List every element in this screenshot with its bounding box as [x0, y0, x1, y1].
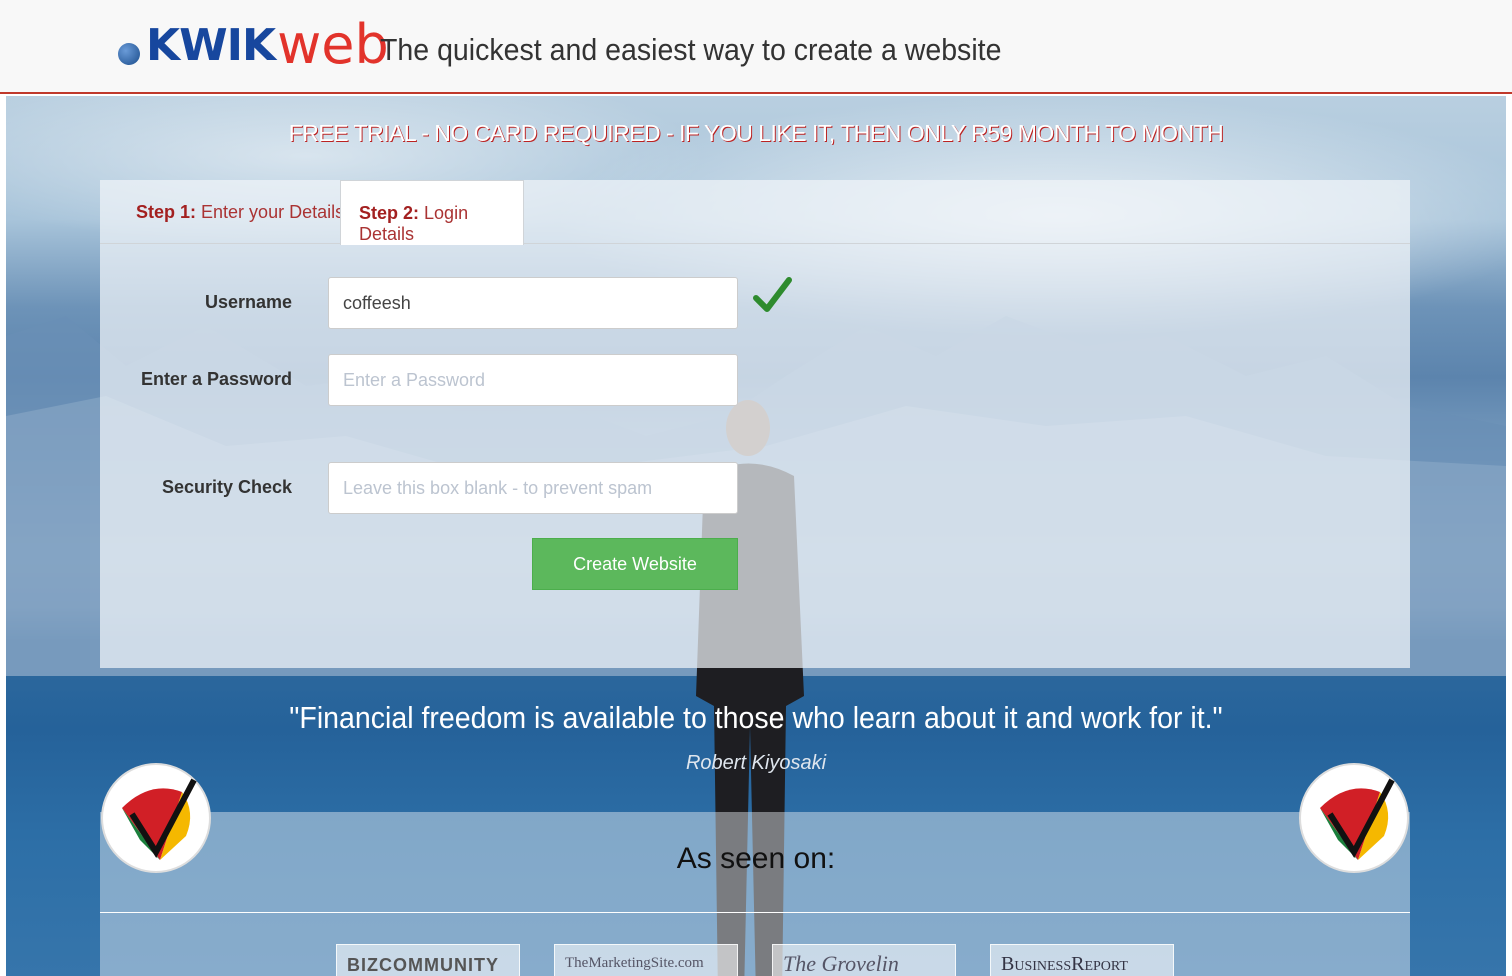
kwikweb-logo[interactable]: KWIK web: [118, 18, 389, 72]
tab-step-2[interactable]: Step 2: Login Details: [340, 180, 524, 245]
proudly-south-african-badge-right: [1299, 763, 1409, 873]
site-header: KWIK web The quickest and easiest way to…: [0, 0, 1512, 94]
username-field[interactable]: [328, 277, 738, 329]
tab-step-1[interactable]: Step 1: Enter your Details: [118, 180, 362, 244]
security-check-field[interactable]: [328, 462, 738, 514]
tab-step-label: Step 2:: [359, 203, 420, 223]
tab-title: Enter your Details: [201, 202, 345, 222]
logo-kwik-text: KWIK: [146, 19, 276, 71]
tagline: The quickest and easiest way to create a…: [380, 32, 1002, 67]
password-field[interactable]: [328, 354, 738, 406]
signup-panel: Step 1: Enter your Details Step 2: Login…: [100, 180, 1410, 668]
press-logo-businessreport[interactable]: BusinessReport: [990, 944, 1174, 976]
seen-on-title: As seen on:: [676, 842, 836, 875]
create-website-button[interactable]: Create Website: [532, 538, 738, 590]
security-check-label: Security Check: [161, 477, 292, 497]
divider: [100, 912, 1410, 913]
quote-author: Robert Kiyosaki: [685, 752, 827, 774]
logo-web-text: web: [277, 13, 389, 76]
globe-icon: [118, 43, 140, 65]
press-logo-marketingsite[interactable]: TheMarketingSite.com: [554, 944, 738, 976]
press-logo-bizcommunity[interactable]: BIZCOMMUNITY: [336, 944, 520, 976]
check-icon: [753, 277, 792, 312]
username-label: Username: [204, 292, 292, 312]
quote-text: "Financial freedom is available to those…: [289, 700, 1223, 735]
proudly-south-african-badge-left: [101, 763, 211, 873]
tab-step-label: Step 1:: [136, 202, 197, 222]
seen-on-panel: [100, 812, 1410, 976]
step-tabs: Step 1: Enter your Details Step 2: Login…: [100, 180, 1410, 245]
press-logo-grovelin[interactable]: The Grovelin: [772, 944, 956, 976]
free-trial-banner: FREE TRIAL - NO CARD REQUIRED - IF YOU L…: [288, 120, 1224, 146]
password-label: Enter a Password: [140, 369, 292, 389]
